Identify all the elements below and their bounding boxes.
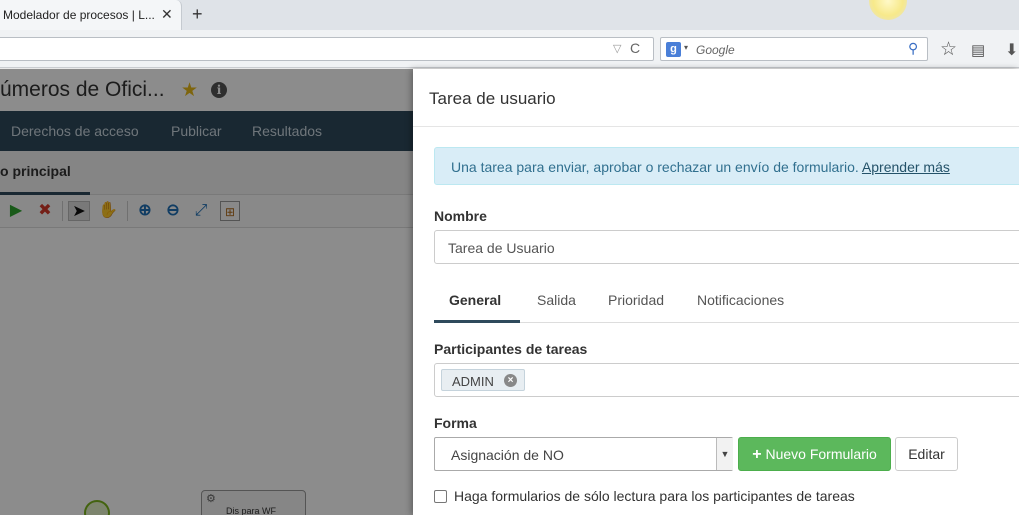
tab-priority[interactable]: Prioridad <box>608 292 664 308</box>
close-tab-icon[interactable]: ✕ <box>161 6 173 23</box>
panel-header-divider <box>413 126 1019 127</box>
bookmark-star-icon[interactable]: ☆ <box>940 38 957 61</box>
browser-tab-title: Modelador de procesos | L... <box>3 8 155 22</box>
name-input[interactable]: Tarea de Usuario <box>434 230 1019 264</box>
url-bar[interactable]: ▽ C <box>0 37 654 61</box>
alert-text: Una tarea para enviar, aprobar o rechaza… <box>451 159 950 175</box>
tab-notifications[interactable]: Notificaciones <box>697 292 784 308</box>
form-label: Forma <box>434 415 477 431</box>
remove-chip-icon[interactable]: × <box>504 374 517 387</box>
url-history-dropdown-icon[interactable]: ▽ <box>613 42 621 55</box>
name-label: Nombre <box>434 208 487 224</box>
name-input-value: Tarea de Usuario <box>448 240 555 256</box>
new-form-button-label: Nuevo Formulario <box>765 446 877 462</box>
search-engine-dropdown-icon[interactable]: ▾ <box>684 43 688 52</box>
google-icon[interactable]: g <box>666 42 681 57</box>
search-placeholder: Google <box>696 43 735 57</box>
participants-input[interactable]: ADMIN × <box>434 363 1019 397</box>
info-alert: Una tarea para enviar, aprobar o rechaza… <box>434 147 1019 185</box>
edit-button[interactable]: Editar <box>895 437 958 471</box>
browser-tab-bar: Modelador de procesos | L... ✕ + <box>0 0 1019 30</box>
browser-tab[interactable]: Modelador de procesos | L... ✕ <box>0 0 182 30</box>
browser-nav-bar: ▽ C g ▾ Google ⚲ <box>0 30 1019 68</box>
participants-label: Participantes de tareas <box>434 341 588 357</box>
alert-message: Una tarea para enviar, aprobar o rechaza… <box>451 159 859 175</box>
readonly-forms-checkbox[interactable] <box>434 490 447 503</box>
chevron-down-icon[interactable]: ▼ <box>716 438 733 470</box>
participant-chip-label: ADMIN <box>452 374 494 389</box>
panel-title: Tarea de usuario <box>429 89 556 108</box>
reload-icon[interactable]: C <box>630 40 640 56</box>
readonly-forms-label: Haga formularios de sólo lectura para lo… <box>454 488 855 504</box>
search-icon[interactable]: ⚲ <box>908 40 918 57</box>
new-form-button[interactable]: + Nuevo Formulario <box>738 437 891 471</box>
tab-general[interactable]: General <box>449 292 501 308</box>
form-select[interactable]: Asignación de NO ▼ <box>434 437 733 471</box>
bookmarks-list-icon[interactable]: ▤ <box>971 41 985 59</box>
tab-output[interactable]: Salida <box>537 292 576 308</box>
sun-decoration <box>869 0 907 20</box>
user-task-panel: Tarea de usuario Una tarea para enviar, … <box>413 69 1019 515</box>
download-icon[interactable]: ⬇ <box>1005 40 1018 60</box>
participant-chip: ADMIN × <box>441 369 525 391</box>
learn-more-link[interactable]: Aprender más <box>862 159 950 175</box>
form-select-value: Asignación de NO <box>451 447 564 463</box>
new-tab-icon[interactable]: + <box>192 4 203 24</box>
search-bar[interactable]: g ▾ Google ⚲ <box>660 37 928 61</box>
plus-icon: + <box>752 446 762 463</box>
tab-active-indicator <box>434 320 520 323</box>
panel-tabs: General Salida Prioridad Notificaciones <box>434 283 1019 323</box>
